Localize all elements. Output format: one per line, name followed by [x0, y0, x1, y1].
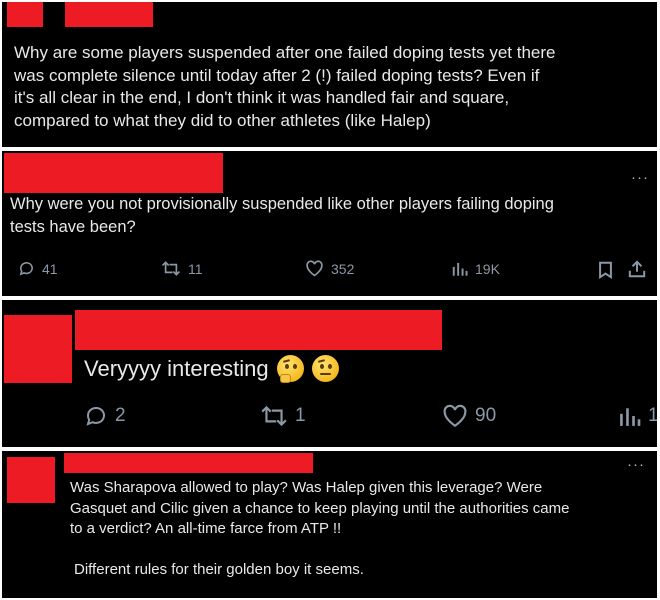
text-line: to a verdict? An all-time farce from ATP… [70, 520, 342, 537]
views-button[interactable]: 19K [452, 260, 500, 277]
views-icon [452, 262, 468, 276]
comment-panel-4: ··· Was Sharapova allowed to play? Was H… [2, 451, 657, 598]
comment-text: Veryyyy interesting [84, 354, 339, 384]
repost-button[interactable]: 1 [260, 404, 306, 428]
reply-count: 2 [115, 405, 126, 426]
reply-button[interactable]: 41 [18, 260, 58, 277]
text-line: it's all clear in the end, I don't think… [14, 88, 510, 107]
views-count: 19K [475, 260, 500, 277]
comment-text: Why are some players suspended after one… [14, 42, 555, 132]
comment-panel-2: ··· Why were you not provisionally suspe… [2, 151, 657, 296]
repost-icon [161, 261, 181, 276]
repost-count: 1 [295, 405, 306, 426]
heart-icon [443, 404, 467, 428]
text-line [70, 540, 569, 561]
reply-count: 41 [42, 260, 58, 277]
views-icon [620, 408, 641, 426]
comment-panel-3: Veryyyy interesting 2 1 90 1 [2, 300, 657, 447]
like-count: 352 [331, 260, 355, 277]
heart-icon [306, 260, 323, 277]
face-with-raised-eyebrow-emoji [311, 355, 339, 382]
like-count: 90 [475, 405, 497, 426]
more-options-icon[interactable]: ··· [631, 170, 649, 185]
text-line: Veryyyy interesting [84, 356, 269, 381]
reply-icon [19, 262, 33, 276]
redacted-username [75, 310, 442, 350]
text-line: Gasquet and Cilic given a chance to keep… [70, 499, 570, 517]
redacted-avatar [4, 315, 72, 383]
text-line: tests have been? [10, 218, 136, 236]
redacted-user-header [4, 153, 223, 193]
comment-text: Was Sharapova allowed to play? Was Halep… [70, 478, 569, 581]
comment-text: Why were you not provisionally suspended… [10, 193, 554, 239]
text-line: Different rules for their golden boy it … [74, 561, 364, 578]
repost-button[interactable]: 11 [161, 260, 203, 277]
redacted-avatar [7, 2, 43, 27]
text-line: Why are some players suspended after one… [14, 43, 556, 62]
more-options-icon[interactable]: ··· [627, 457, 645, 472]
redacted-avatar [7, 457, 55, 503]
views-button[interactable]: 1 [619, 404, 657, 428]
reply-button[interactable]: 2 [84, 404, 126, 428]
text-line: Why were you not provisionally suspended… [10, 195, 554, 213]
bookmark-icon[interactable] [598, 261, 613, 279]
repost-count: 11 [188, 260, 203, 277]
thinking-face-emoji [276, 355, 304, 383]
like-button[interactable]: 352 [305, 260, 354, 277]
like-button[interactable]: 90 [442, 404, 496, 428]
text-line: compared to what they did to other athle… [14, 110, 431, 130]
text-line: Was Sharapova allowed to play? Was Halep… [70, 479, 543, 496]
share-icon[interactable] [628, 260, 646, 278]
comment-panel-1: Why are some players suspended after one… [2, 2, 657, 147]
views-count: 1 [648, 405, 657, 426]
reply-icon [86, 407, 105, 426]
repost-icon [261, 405, 287, 427]
redacted-username [64, 453, 313, 473]
text-line: was complete silence until today after 2… [14, 65, 540, 85]
redacted-username [65, 2, 153, 27]
